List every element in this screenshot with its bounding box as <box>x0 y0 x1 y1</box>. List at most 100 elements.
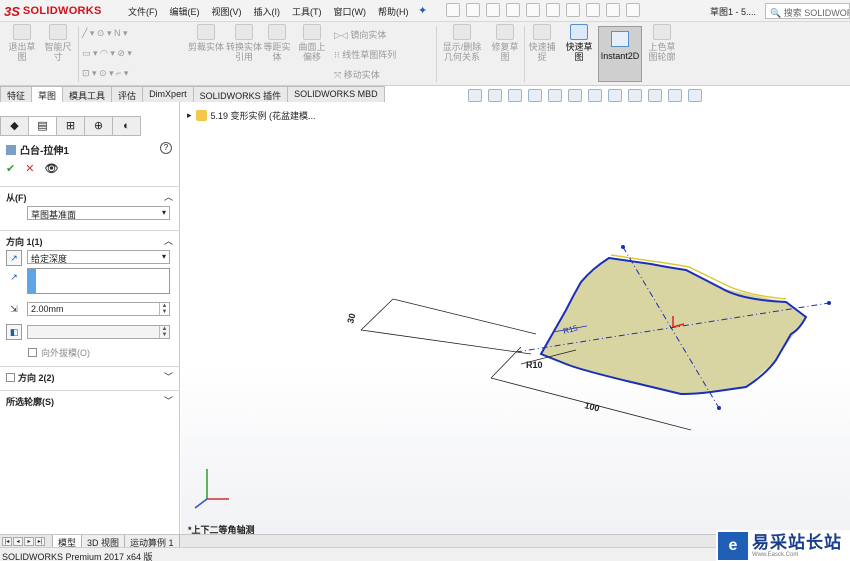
repair-sketch-button[interactable]: 修复草图 <box>488 24 522 62</box>
offset-entities-button[interactable]: 等距实体 <box>262 24 292 62</box>
solidworks-logo[interactable]: 3S SOLIDWORKS <box>4 3 114 19</box>
shaded-sketch-button[interactable]: 上色草图轮廓 <box>646 24 678 62</box>
new-icon[interactable] <box>446 3 460 17</box>
tab-mbd[interactable]: SOLIDWORKS MBD <box>287 86 385 102</box>
display-style-icon[interactable] <box>588 89 602 102</box>
checkbox[interactable] <box>28 348 37 357</box>
file-properties-icon[interactable] <box>586 3 600 17</box>
from-section-header[interactable]: 从(F) ︿ <box>0 186 180 204</box>
open-icon[interactable] <box>466 3 480 17</box>
menu-view[interactable]: 视图(V) <box>212 5 242 18</box>
view-settings-icon[interactable] <box>668 89 682 102</box>
rectangle-tool-icon[interactable]: ▭ ▾ ◠ ▾ ⊘ ▾ <box>82 48 132 59</box>
tab-evaluate[interactable]: 评估 <box>111 86 144 102</box>
direction-selection-box[interactable] <box>27 268 170 294</box>
center-point[interactable] <box>717 406 721 410</box>
zoom-to-fit-icon[interactable] <box>468 89 482 102</box>
slot-tool-icon[interactable]: ⊡ ▾ ⊙ ▾ ⌐ ▾ <box>82 68 128 79</box>
menu-file[interactable]: 文件(F) <box>128 5 158 18</box>
dimension-100[interactable]: 100 <box>584 400 601 413</box>
help-icon[interactable]: ? <box>160 142 172 154</box>
center-point[interactable] <box>827 301 831 305</box>
last-tab-icon[interactable]: ▸| <box>35 537 45 546</box>
feature-manager-tab[interactable]: ◆ <box>0 116 29 136</box>
menu-edit[interactable]: 编辑(E) <box>170 5 200 18</box>
line-tool-icon[interactable]: ╱ ▾ ⊙ ▾ N ▾ <box>82 28 128 39</box>
reverse-direction-icon[interactable]: ↗ <box>6 250 22 266</box>
offset-surface-icon <box>303 24 321 40</box>
preview-eye-icon[interactable]: 👁 <box>44 162 58 175</box>
hide-show-items-icon[interactable] <box>608 89 622 102</box>
draft-angle-input[interactable]: ▲ ▼ <box>27 325 170 339</box>
search-input[interactable]: 🔍 搜索 SOLIDWORKS <box>765 3 850 19</box>
view-orientation-icon[interactable] <box>568 89 582 102</box>
graphics-area[interactable]: ▸ 5.19 变形实例 (花盆建模... 100 R10 R15 30 <box>181 102 850 534</box>
configuration-manager-tab[interactable]: ⊞ <box>56 116 85 136</box>
instant2d-icon <box>611 31 629 47</box>
trim-entities-button[interactable]: 剪裁实体 <box>188 24 224 52</box>
tab-addins[interactable]: SOLIDWORKS 插件 <box>192 86 289 102</box>
tab-dimxpert[interactable]: DimXpert <box>142 86 194 102</box>
dimension-r10[interactable]: R10 <box>526 360 543 370</box>
draft-outward-checkbox[interactable]: 向外拔模(O) <box>28 346 90 359</box>
dimxpert-manager-tab[interactable]: ⊕ <box>84 116 113 136</box>
watermark: e 易采站长站 Www.Easck.Com <box>716 530 850 561</box>
first-tab-icon[interactable]: |◂ <box>2 537 12 546</box>
quick-snaps-button[interactable]: 快速捕捉 <box>526 24 558 62</box>
direction1-section-header[interactable]: 方向 1(1) ︿ <box>0 230 180 248</box>
tab-sketch[interactable]: 草图 <box>31 86 64 102</box>
smart-dimension-button[interactable]: 智能尺寸 <box>42 24 74 62</box>
undo-icon[interactable] <box>526 3 540 17</box>
pin-icon[interactable]: ✦ <box>418 4 427 17</box>
menu-help[interactable]: 帮助(H) <box>378 5 409 18</box>
tab-features[interactable]: 特征 <box>0 86 33 102</box>
zoom-area-icon[interactable] <box>488 89 502 102</box>
apply-scene-icon[interactable] <box>648 89 662 102</box>
options-gear-icon[interactable] <box>606 3 620 17</box>
dimension-extension-line <box>360 329 532 355</box>
spin-arrows-icon[interactable]: ▲ ▼ <box>159 303 169 315</box>
dimension-30[interactable]: 30 <box>345 312 357 324</box>
search-icon: 🔍 <box>770 8 782 18</box>
convert-entities-button[interactable]: 转换实体引用 <box>226 24 262 62</box>
display-relations-button[interactable]: 显示/删除几何关系 <box>440 24 484 62</box>
direction2-checkbox[interactable] <box>6 373 15 382</box>
offset-on-surface-button[interactable]: 曲面上偏移 <box>296 24 328 62</box>
display-manager-tab[interactable]: ◐ <box>112 116 141 136</box>
menu-insert[interactable]: 插入(I) <box>254 5 281 18</box>
display-pane-icon[interactable] <box>688 89 702 102</box>
linear-pattern-button[interactable]: ⁝⁝ 线性草图阵列 <box>334 48 396 61</box>
prev-tab-icon[interactable]: ◂ <box>13 537 23 546</box>
cancel-button[interactable]: ✕ <box>25 162 34 175</box>
direction2-section-header[interactable]: 方向 2(2) ﹀ <box>0 366 180 384</box>
edit-appearance-icon[interactable] <box>628 89 642 102</box>
menu-tools[interactable]: 工具(T) <box>292 5 322 18</box>
print-icon[interactable] <box>506 3 520 17</box>
end-condition-dropdown[interactable]: 给定深度 ▾ <box>27 250 170 264</box>
property-manager-tab[interactable]: ▤ <box>28 116 57 136</box>
mirror-entities-button[interactable]: ▷◁ 镜向实体 <box>334 28 386 41</box>
select-icon[interactable] <box>546 3 560 17</box>
exit-sketch-button[interactable]: 退出草图 <box>6 24 38 62</box>
section-view-icon[interactable] <box>528 89 542 102</box>
save-icon[interactable] <box>486 3 500 17</box>
dynamic-annotation-icon[interactable] <box>548 89 562 102</box>
from-dropdown[interactable]: 草图基准面 ▾ <box>27 206 170 220</box>
depth-input[interactable]: 2.00mm ▲ ▼ <box>27 302 170 316</box>
rapid-sketch-button[interactable]: 快速草图 <box>562 24 596 62</box>
ok-button[interactable]: ✔ <box>6 162 15 175</box>
instant2d-button[interactable]: Instant2D <box>598 26 642 82</box>
next-tab-icon[interactable]: ▸ <box>24 537 34 546</box>
menu-window[interactable]: 窗口(W) <box>334 5 367 18</box>
spin-arrows-icon[interactable]: ▲ ▼ <box>159 326 169 338</box>
contours-section-header[interactable]: 所选轮廓(S) ﹀ <box>0 390 180 408</box>
draft-toggle-icon[interactable]: ◧ <box>6 324 22 340</box>
previous-view-icon[interactable] <box>508 89 522 102</box>
move-entities-button[interactable]: ⤧ 移动实体 <box>334 68 380 81</box>
sketch-pin-icon[interactable] <box>626 3 640 17</box>
model-viewport[interactable]: 100 R10 R15 30 <box>181 102 850 534</box>
offset-label: 等距实体 <box>263 42 291 62</box>
rebuild-icon[interactable] <box>566 3 580 17</box>
tab-mold-tools[interactable]: 模具工具 <box>62 86 113 102</box>
center-point[interactable] <box>621 245 625 249</box>
